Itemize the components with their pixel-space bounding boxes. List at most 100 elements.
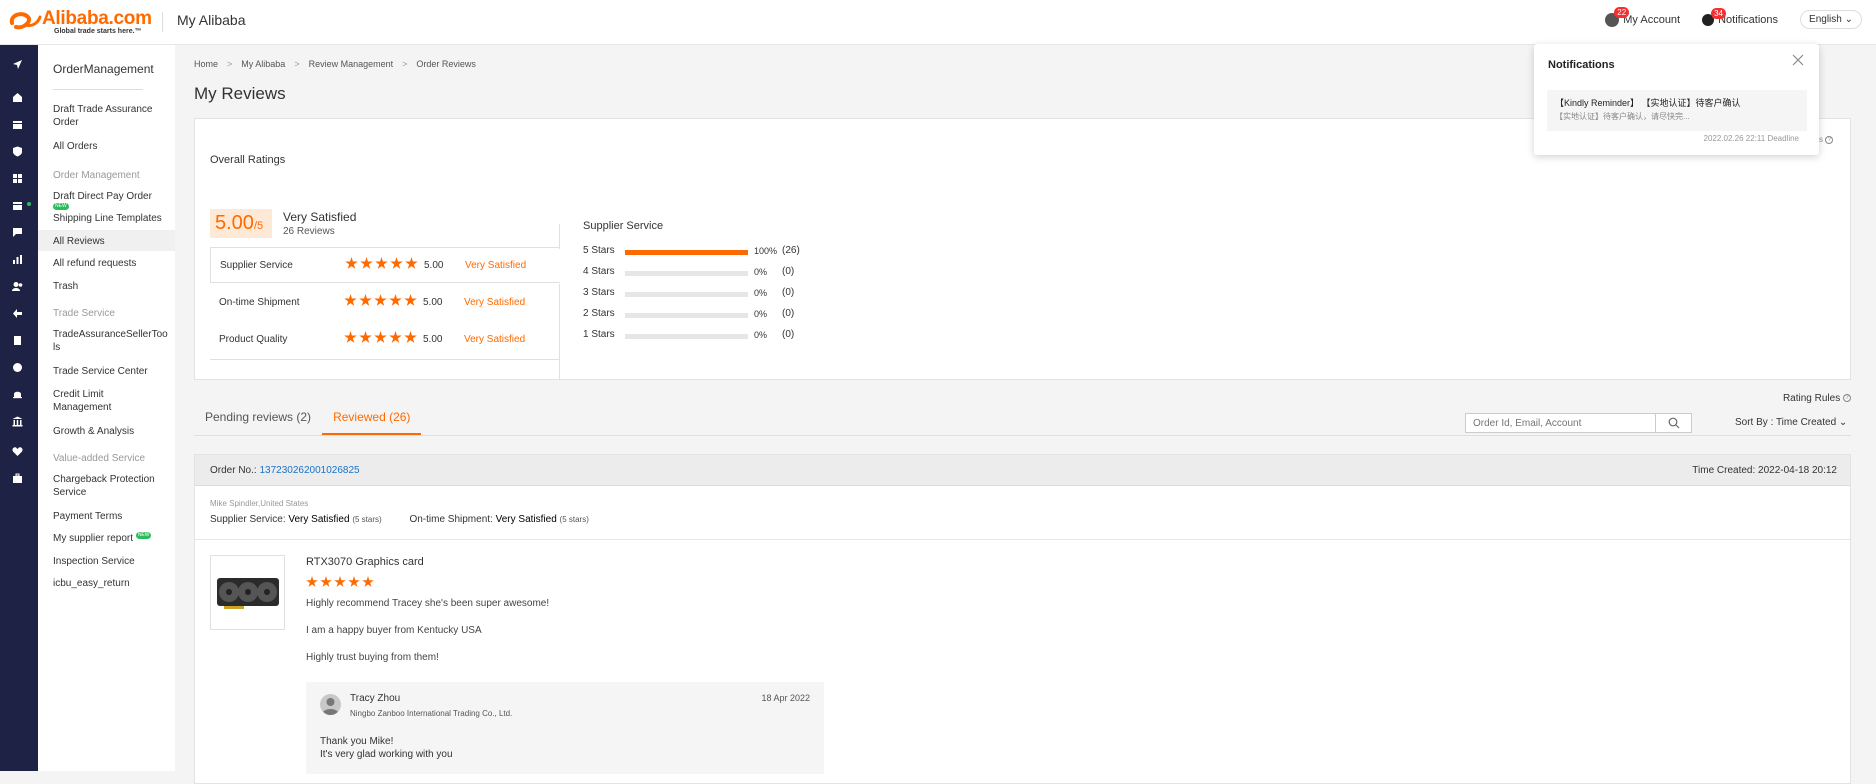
globe-icon[interactable]	[11, 361, 24, 373]
bell-rail-icon[interactable]	[11, 388, 24, 400]
product-name[interactable]: RTX3070 Graphics card	[306, 556, 424, 568]
progress-track	[625, 313, 748, 318]
document-icon[interactable]	[11, 334, 24, 346]
header-title[interactable]: My Alibaba	[177, 12, 245, 28]
nav-item-trade-assurance-seller-tools[interactable]: TradeAssuranceSellerTools	[53, 328, 168, 354]
notification-message[interactable]: 【Kindly Reminder】 【实地认证】待客户确认 【实地认证】待客户确…	[1547, 90, 1807, 131]
rating-row-product-quality[interactable]: Product Quality 5.00 Very Satisfied	[210, 322, 560, 358]
count: (0)	[782, 287, 795, 298]
logistics-icon[interactable]	[11, 307, 24, 319]
vertical-divider	[559, 224, 560, 249]
send-icon[interactable]	[11, 58, 24, 70]
my-account-link[interactable]: 22 My Account	[1605, 6, 1680, 27]
nav-item-inspection-service[interactable]: Inspection Service	[53, 555, 168, 568]
tab-reviewed[interactable]: Reviewed (26)	[322, 407, 422, 435]
store-icon[interactable]	[11, 118, 24, 130]
nav-item-payment-terms[interactable]: Payment Terms	[53, 510, 168, 523]
graphics-card-image	[216, 577, 279, 609]
chart-icon[interactable]	[11, 253, 24, 265]
star-rating	[345, 257, 418, 270]
star-icon	[306, 576, 318, 587]
message-deadline: 2022.02.26 22:11 Deadline	[1703, 134, 1800, 143]
heart-icon[interactable]	[11, 445, 24, 457]
score-value: 5.00	[215, 212, 254, 234]
help-icon: ?	[1825, 135, 1834, 144]
star-icon	[389, 294, 402, 306]
order-number-link[interactable]: 137230262001026825	[259, 465, 359, 476]
alibaba-logo-mark-icon	[9, 12, 42, 30]
nav-item-all-orders[interactable]: All Orders	[53, 140, 168, 153]
nav-item-chargeback-protection[interactable]: Chargeback Protection Service	[53, 473, 158, 499]
rating-row-on-time-shipment[interactable]: On-time Shipment 5.00 Very Satisfied	[210, 285, 560, 321]
order-icon[interactable]	[11, 199, 24, 211]
overall-summary: Very Satisfied	[283, 210, 357, 224]
alibaba-logo[interactable]: Alibaba.com Global trade starts here.™	[8, 8, 158, 36]
nav-item-all-refund-requests[interactable]: All refund requests	[53, 257, 168, 270]
star-distribution-row: 5 Stars 100% (26)	[583, 245, 813, 259]
progress-track	[625, 271, 748, 276]
review-text-line: Highly trust buying from them!	[306, 652, 439, 663]
reply-text-line: Thank you Mike!	[320, 736, 394, 747]
percentage: 0%	[754, 267, 768, 277]
left-navigation: OrderManagement Draft Trade Assurance Or…	[38, 45, 175, 771]
nav-group-trade-service: Trade Service	[53, 308, 115, 319]
apps-icon[interactable]	[11, 172, 24, 184]
rating-value: 5.00	[423, 334, 443, 345]
language-select[interactable]: English ⌄	[1800, 10, 1862, 29]
star-icon	[334, 576, 346, 587]
reply-text-line: It's very glad working with you	[320, 749, 453, 760]
nav-item-shipping-line-templates[interactable]: Shipping Line Templates	[53, 212, 168, 225]
percentage: 0%	[754, 330, 768, 340]
search-button[interactable]	[1655, 414, 1691, 432]
nav-item-draft-trade-assurance[interactable]: Draft Trade Assurance Order	[53, 103, 168, 129]
briefcase-icon[interactable]	[11, 472, 24, 484]
search-input[interactable]	[1466, 414, 1656, 432]
star-distribution-row: 4 Stars 0% (0)	[583, 266, 813, 280]
users-icon[interactable]	[11, 280, 24, 292]
nav-item-trash[interactable]: Trash	[53, 280, 168, 293]
breadcrumb-review-management[interactable]: Review Management	[309, 59, 394, 69]
star-level-label: 2 Stars	[583, 308, 615, 319]
star-icon	[405, 257, 418, 269]
notifications-link[interactable]: 34 Notifications	[1702, 7, 1778, 26]
shipment-value: Very Satisfied	[495, 514, 557, 525]
order-divider	[195, 539, 1850, 540]
sort-dropdown[interactable]: Sort By : Time Created ⌄	[1735, 417, 1847, 428]
nav-item-my-supplier-report[interactable]: My supplier report NEW	[53, 532, 168, 545]
star-icon	[374, 294, 387, 306]
nav-item-all-reviews[interactable]: All Reviews	[53, 235, 168, 248]
rating-label: On-time Shipment	[219, 297, 300, 308]
breadcrumb-home[interactable]: Home	[194, 59, 218, 69]
star-icon	[404, 294, 417, 306]
close-icon[interactable]	[1791, 53, 1805, 67]
tabs-divider	[194, 435, 1851, 436]
star-level-label: 1 Stars	[583, 329, 615, 340]
nav-group-value-added-service: Value-added Service	[53, 453, 146, 464]
score-max: /5	[253, 220, 264, 232]
page-title: My Reviews	[194, 84, 286, 103]
review-count: 26 Reviews	[283, 226, 335, 237]
rating-text: Very Satisfied	[465, 260, 527, 271]
chevron-right-icon: >	[294, 59, 300, 69]
home-icon[interactable]	[11, 91, 24, 103]
supplier-service-label: Supplier Service:	[210, 514, 286, 525]
chat-icon[interactable]	[11, 226, 24, 238]
nav-item-credit-limit[interactable]: Credit Limit Management	[53, 388, 133, 414]
vertical-divider	[559, 284, 560, 380]
breadcrumb-my-alibaba[interactable]: My Alibaba	[241, 59, 285, 69]
popup-title: Notifications	[1548, 59, 1615, 71]
shield-icon[interactable]	[11, 145, 24, 157]
product-thumbnail[interactable]	[210, 555, 285, 630]
tab-pending-reviews[interactable]: Pending reviews (2)	[194, 407, 322, 435]
rating-rules-link[interactable]: Rating Rules ?	[1783, 393, 1851, 404]
bank-icon[interactable]	[11, 415, 24, 427]
nav-item-growth-analysis[interactable]: Growth & Analysis	[53, 425, 168, 438]
star-icon	[390, 257, 403, 269]
rating-divider	[210, 359, 560, 360]
header-divider	[162, 12, 163, 32]
nav-item-trade-service-center[interactable]: Trade Service Center	[53, 365, 168, 378]
rating-row-supplier-service[interactable]: Supplier Service 5.00 Very Satisfied	[210, 247, 560, 283]
progress-track	[625, 250, 748, 255]
star-icon	[359, 331, 372, 343]
nav-item-easy-return[interactable]: icbu_easy_return	[53, 577, 168, 590]
